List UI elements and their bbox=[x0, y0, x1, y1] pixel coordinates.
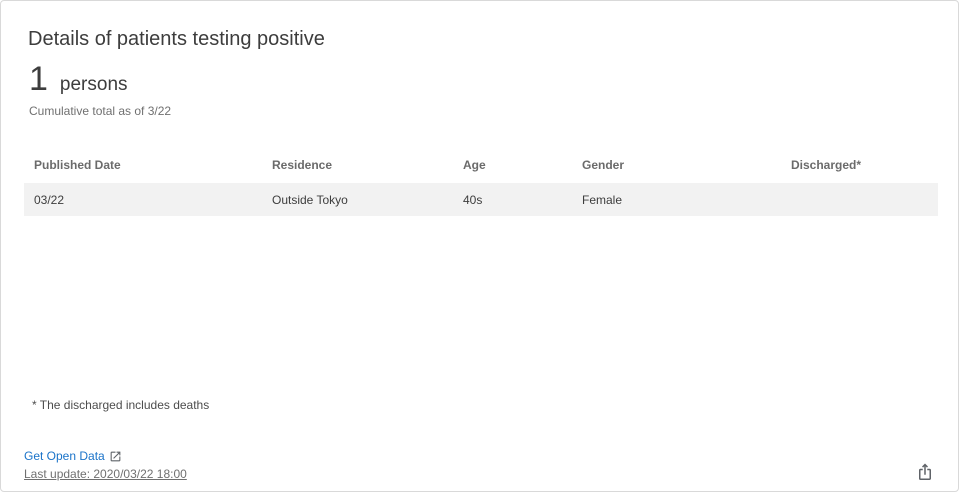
table-row: 03/22 Outside Tokyo 40s Female bbox=[24, 183, 938, 216]
last-update: Last update: 2020/03/22 18:00 bbox=[24, 467, 187, 481]
patients-table: Published Date Residence Age Gender Disc… bbox=[24, 147, 938, 216]
total-unit: persons bbox=[59, 74, 128, 95]
get-open-data-label: Get Open Data bbox=[24, 449, 105, 463]
total-value: 1 bbox=[29, 60, 48, 98]
get-open-data-link[interactable]: Get Open Data bbox=[24, 449, 122, 463]
external-link-icon bbox=[110, 451, 121, 461]
column-header-published-date[interactable]: Published Date bbox=[24, 147, 262, 183]
share-icon[interactable] bbox=[916, 462, 934, 480]
column-header-discharged[interactable]: Discharged* bbox=[781, 147, 938, 183]
card-title: Details of patients testing positive bbox=[28, 28, 325, 50]
discharged-footnote: * The discharged includes deaths bbox=[32, 398, 210, 412]
cell-published-date: 03/22 bbox=[34, 192, 65, 207]
cell-discharged bbox=[781, 183, 938, 216]
cell-gender: Female bbox=[582, 192, 623, 207]
column-header-gender[interactable]: Gender bbox=[572, 147, 781, 183]
total-count: 1 persons bbox=[29, 59, 128, 99]
card-subtitle: Cumulative total as of 3/22 bbox=[29, 104, 172, 118]
column-header-age[interactable]: Age bbox=[453, 147, 572, 183]
cell-residence: Outside Tokyo bbox=[272, 192, 348, 207]
column-header-residence[interactable]: Residence bbox=[262, 147, 453, 183]
patients-card: Details of patients testing positive 1 p… bbox=[0, 0, 959, 492]
table-header-row: Published Date Residence Age Gender Disc… bbox=[24, 147, 938, 183]
cell-age: 40s bbox=[463, 192, 483, 207]
